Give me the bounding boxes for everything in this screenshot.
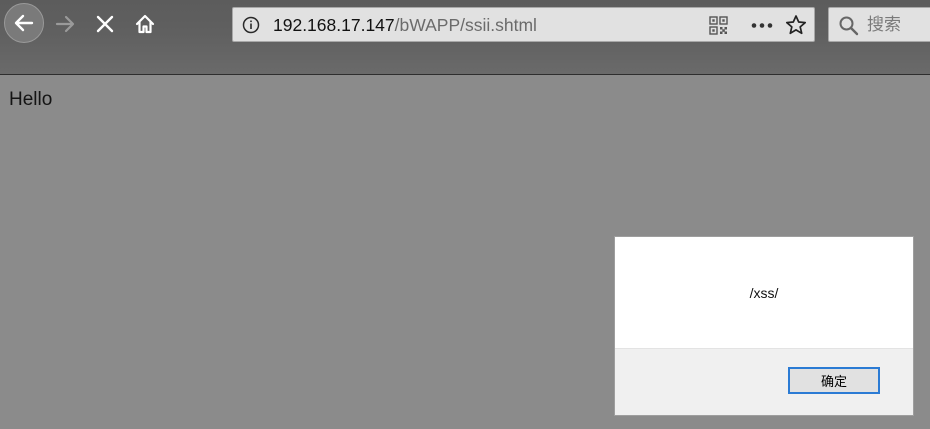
stop-button[interactable]	[87, 6, 123, 42]
qr-code-icon[interactable]	[709, 16, 728, 35]
url-path: /bWAPP/ssii.shtml	[394, 15, 537, 35]
page-content-text: Hello	[9, 89, 53, 110]
url-text[interactable]: 192.168.17.147/bWAPP/ssii.shtml	[273, 15, 537, 35]
back-button[interactable]	[4, 3, 44, 43]
more-icon[interactable]	[750, 16, 774, 35]
search-placeholder: 搜索	[867, 15, 901, 35]
search-bar[interactable]: 搜索	[828, 7, 930, 42]
arrow-left-icon	[14, 14, 34, 32]
home-icon	[135, 14, 155, 34]
address-bar[interactable]: 192.168.17.147/bWAPP/ssii.shtml	[232, 7, 815, 42]
url-host: 192.168.17.147	[273, 15, 395, 35]
alert-footer: 确定	[615, 348, 913, 415]
forward-button[interactable]	[47, 6, 83, 42]
arrow-right-icon	[55, 15, 75, 33]
close-icon	[96, 15, 114, 33]
alert-dialog: /xss/ 确定	[614, 236, 914, 416]
alert-message: /xss/	[749, 285, 779, 301]
info-icon[interactable]	[242, 16, 260, 34]
ok-button[interactable]: 确定	[788, 367, 880, 394]
star-icon[interactable]	[785, 14, 807, 36]
search-icon	[839, 16, 859, 36]
home-button[interactable]	[127, 6, 163, 42]
browser-toolbar: 192.168.17.147/bWAPP/ssii.shtml 搜索	[0, 0, 930, 75]
